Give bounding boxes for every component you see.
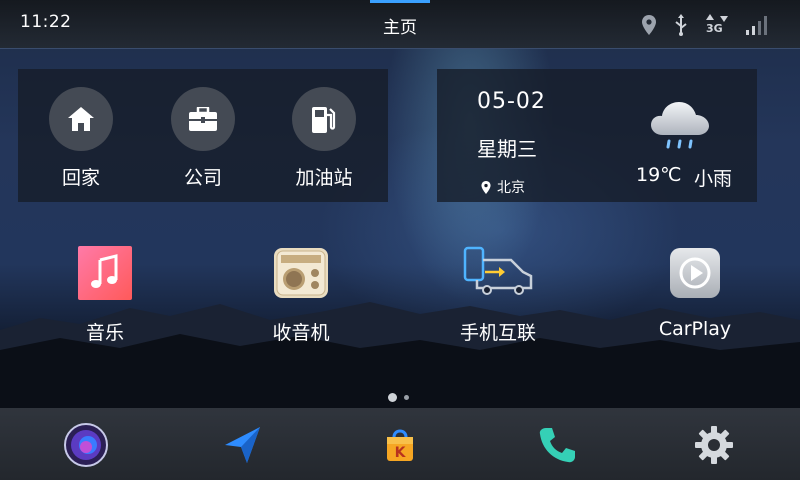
page-title: 主页 bbox=[383, 18, 417, 38]
title-indicator bbox=[370, 0, 430, 3]
settings-button[interactable] bbox=[691, 422, 737, 468]
app-store-icon: K bbox=[387, 429, 413, 461]
radio-icon bbox=[274, 248, 328, 298]
company-button[interactable] bbox=[171, 87, 235, 151]
weather-condition: 小雨 bbox=[694, 168, 733, 190]
home-icon bbox=[68, 107, 94, 131]
app-radio[interactable]: 收音机 bbox=[231, 246, 371, 345]
navigation-button[interactable] bbox=[220, 422, 266, 468]
temperature: 19℃ bbox=[636, 164, 682, 186]
app-label: 手机互联 bbox=[459, 322, 536, 344]
page-dot[interactable] bbox=[404, 395, 409, 400]
gas-station-icon bbox=[312, 107, 336, 133]
page-indicator bbox=[388, 393, 409, 402]
status-bar: 11:22 主页 3G bbox=[0, 0, 800, 49]
location-pin-icon bbox=[642, 15, 656, 35]
gas-station-button[interactable] bbox=[292, 87, 356, 151]
music-icon bbox=[78, 246, 132, 300]
bottom-dock: K bbox=[0, 408, 800, 480]
app-music[interactable]: 音乐 bbox=[35, 246, 175, 345]
carplay-icon bbox=[670, 248, 720, 298]
date-display: 05-02 bbox=[477, 89, 546, 114]
usb-icon bbox=[675, 14, 687, 36]
app-carplay[interactable]: CarPlay bbox=[625, 246, 765, 340]
settings-icon bbox=[695, 426, 733, 464]
navigation-icon bbox=[225, 427, 260, 463]
network-3g-icon: 3G bbox=[706, 14, 728, 36]
rain-cloud-icon bbox=[651, 102, 709, 149]
weekday-display: 星期三 bbox=[477, 137, 537, 161]
clock: 11:22 bbox=[20, 12, 72, 32]
page-dot-active bbox=[388, 393, 397, 402]
shortcut-company[interactable]: 公司 bbox=[158, 87, 248, 190]
shortcut-home[interactable]: 回家 bbox=[36, 87, 126, 190]
shortcut-label: 回家 bbox=[61, 167, 100, 189]
shortcut-gas-station[interactable]: 加油站 bbox=[279, 87, 369, 190]
location-marker-icon bbox=[481, 180, 491, 194]
phone-button[interactable] bbox=[534, 422, 580, 468]
navigation-shortcuts-card: 回家 公司 加油站 bbox=[18, 69, 388, 202]
voice-assistant-button[interactable] bbox=[63, 422, 109, 468]
status-icons: 3G bbox=[642, 10, 770, 40]
city-name: 北京 bbox=[497, 180, 525, 196]
app-label: CarPlay bbox=[658, 318, 732, 340]
phone-link-icon bbox=[463, 246, 533, 295]
briefcase-icon bbox=[189, 107, 217, 131]
svg-text:K: K bbox=[395, 445, 407, 461]
app-label: 收音机 bbox=[272, 322, 330, 344]
network-label: 3G bbox=[706, 22, 723, 35]
page-title-area: 主页 bbox=[370, 0, 430, 48]
shortcut-label: 公司 bbox=[183, 167, 222, 189]
app-phone-link[interactable]: 手机互联 bbox=[428, 246, 568, 345]
weather-widget[interactable]: 05-02 星期三 北京 19℃ 小雨 bbox=[437, 69, 757, 202]
app-label: 音乐 bbox=[85, 322, 124, 344]
phone-icon bbox=[539, 428, 575, 463]
app-store-button[interactable]: K bbox=[377, 422, 423, 468]
voice-assistant-icon bbox=[64, 423, 108, 467]
home-button[interactable] bbox=[49, 87, 113, 151]
signal-strength-icon bbox=[746, 16, 767, 35]
location: 北京 bbox=[481, 177, 525, 197]
data-arrows-icon bbox=[706, 14, 728, 22]
shortcut-label: 加油站 bbox=[295, 167, 353, 189]
